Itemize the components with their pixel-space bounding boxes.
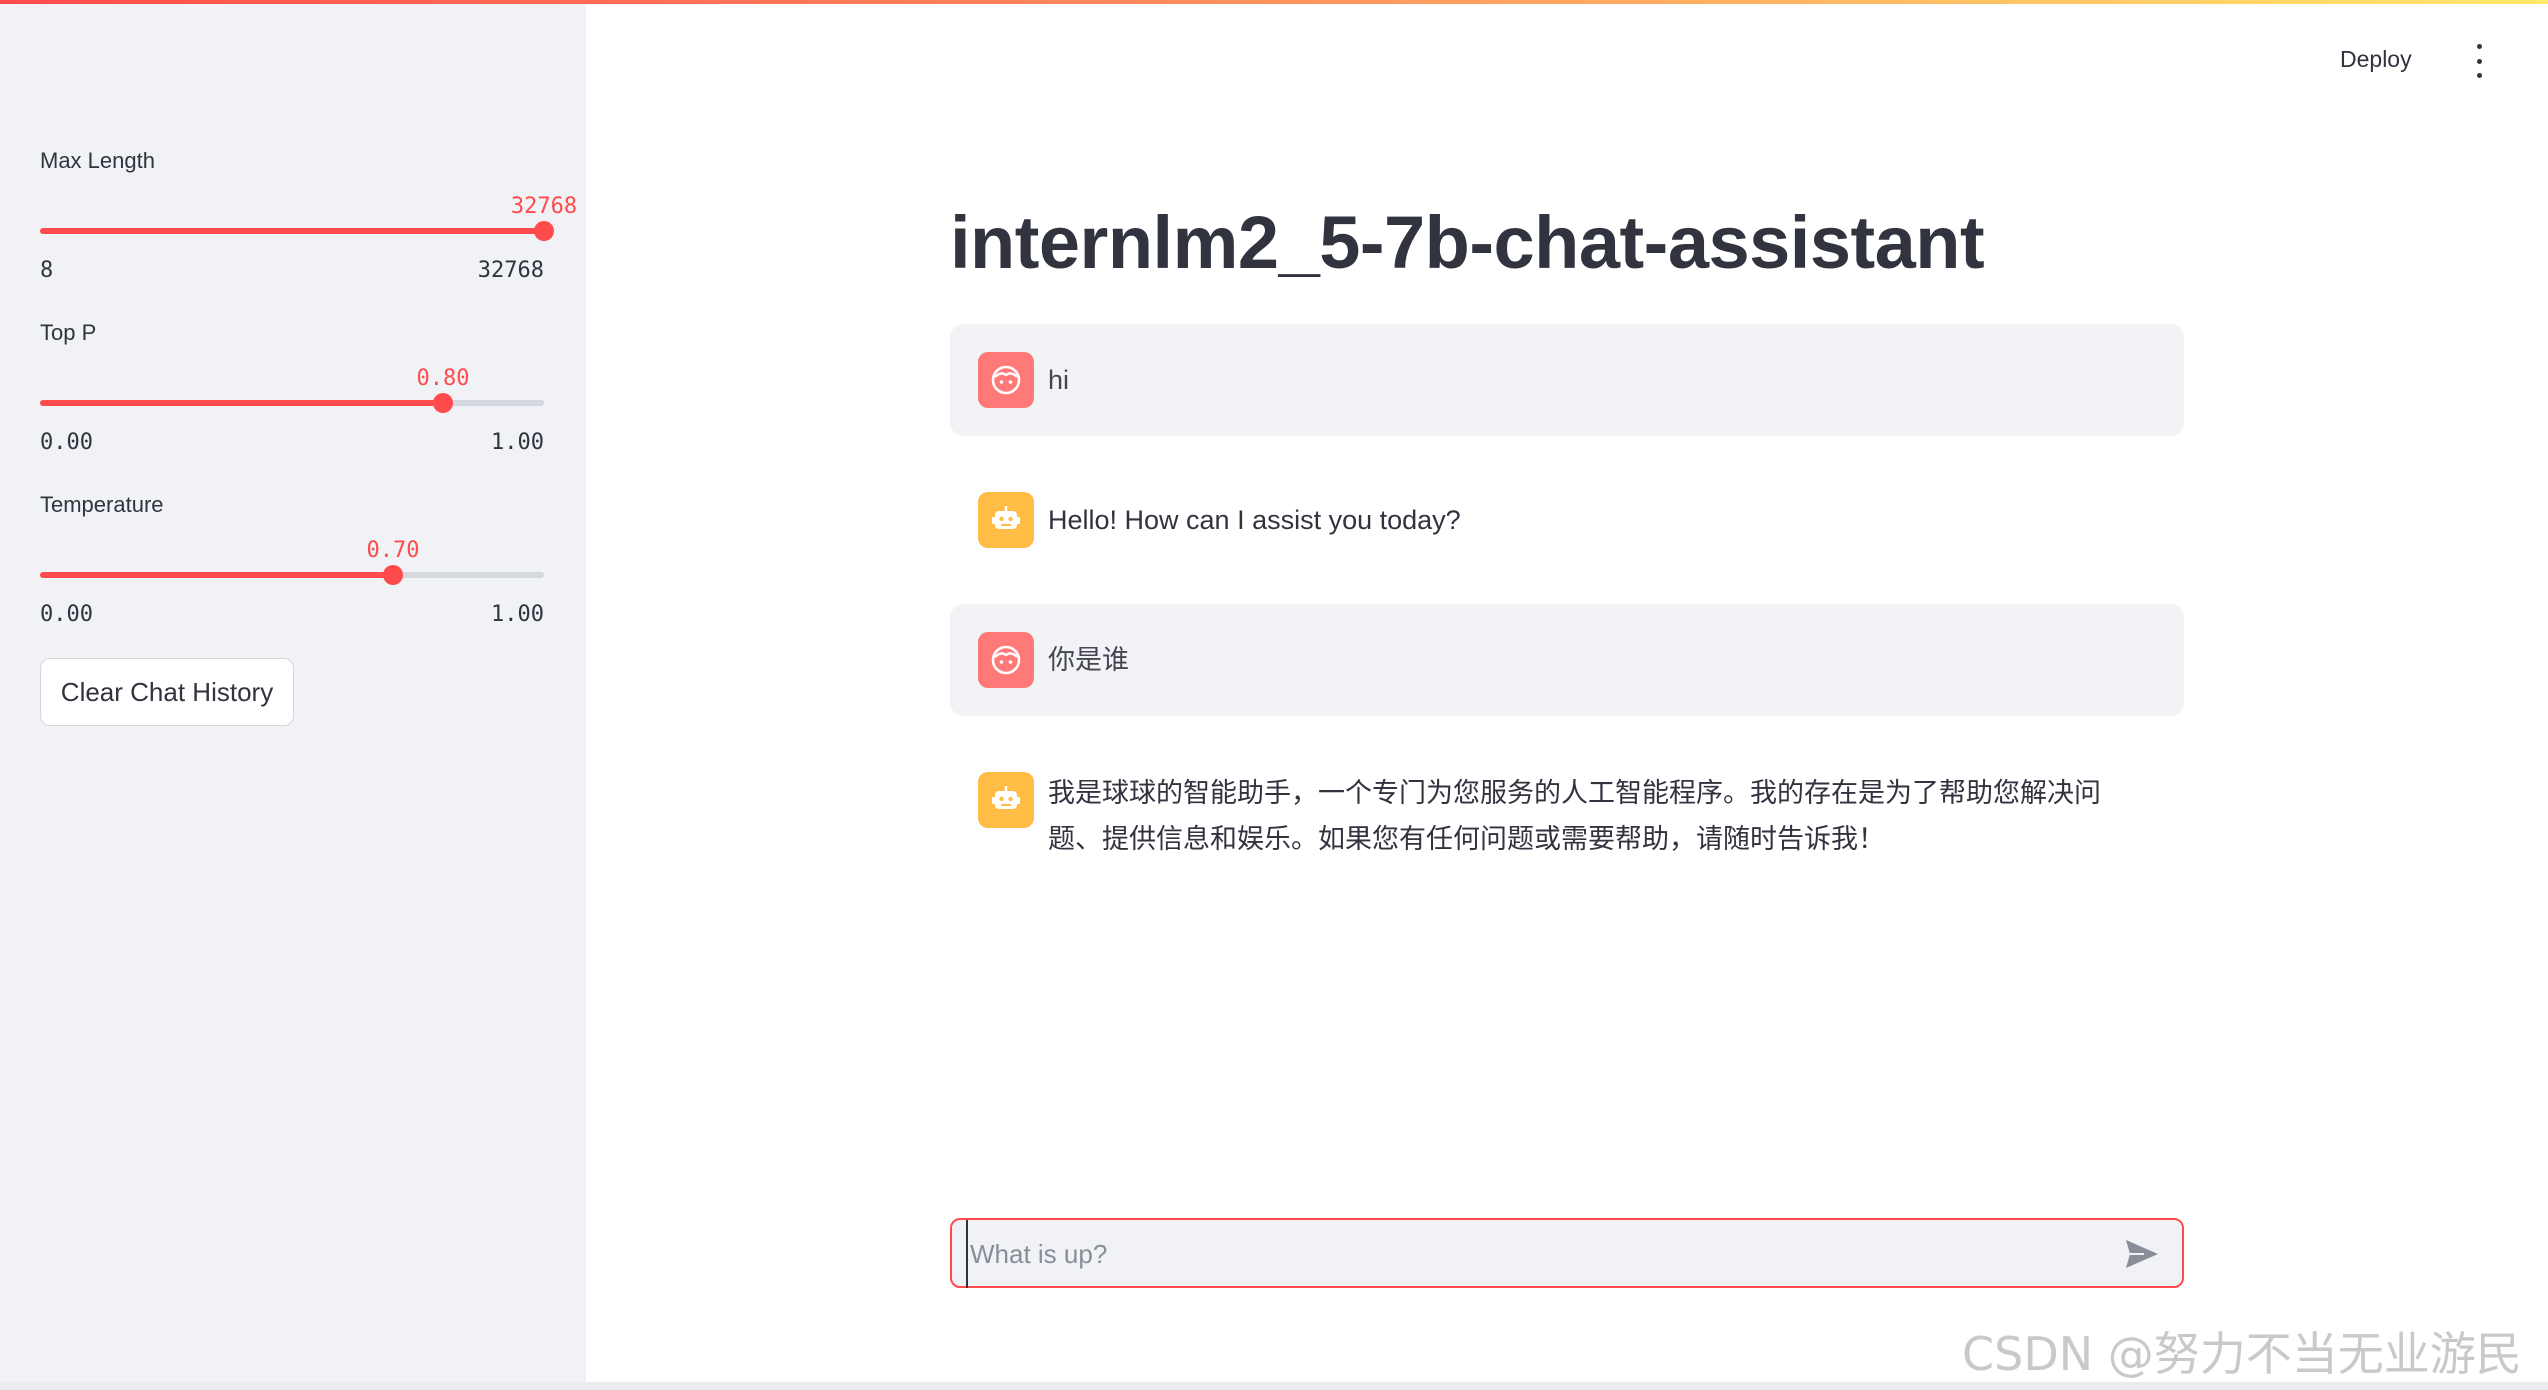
chat-message-user: 你是谁: [950, 604, 2184, 716]
sidebar: Max Length 32768 8 32768 Top P 0.80 0.00…: [0, 0, 586, 1390]
slider-label: Max Length: [40, 148, 155, 173]
slider-max: 32768: [477, 258, 544, 283]
top-p-slider[interactable]: Top P 0.80 0.00 1.00: [40, 320, 544, 455]
slider-fill: [40, 572, 393, 578]
slider-min: 8: [40, 258, 54, 283]
temperature-slider[interactable]: Temperature 0.70 0.00 1.00: [40, 492, 544, 627]
robot-icon: [978, 492, 1034, 548]
slider-min: 0.00: [40, 430, 93, 455]
chat-input-box[interactable]: [950, 1218, 2184, 1288]
kebab-menu-icon[interactable]: [2468, 44, 2490, 78]
page-title: internlm2_5-7b-chat-assistant: [950, 201, 1985, 284]
send-icon[interactable]: [2124, 1238, 2160, 1270]
slider-label: Top P: [40, 320, 97, 345]
slider-fill: [40, 400, 443, 406]
slider-value: 32768: [510, 194, 578, 219]
slider-fill: [40, 228, 544, 234]
slider-value: 0.70: [366, 538, 420, 563]
max-length-slider[interactable]: Max Length 32768 8 32768: [40, 148, 577, 283]
top-decoration-bar: [0, 0, 2548, 4]
user-face-icon: [978, 632, 1034, 688]
slider-min: 0.00: [40, 602, 93, 627]
message-text: Hello! How can I assist you today?: [1048, 505, 1461, 535]
slider-track[interactable]: [40, 221, 554, 241]
message-text: hi: [1048, 365, 1070, 395]
chat-input[interactable]: [966, 1220, 2072, 1288]
message-text: 你是谁: [1048, 645, 1129, 675]
chat-message-assistant: Hello! How can I assist you today?: [950, 464, 2184, 576]
slider-value: 0.80: [416, 366, 470, 391]
chat-message-user: hi: [950, 324, 2184, 436]
watermark: CSDN @努力不当无业游民: [1962, 1327, 2522, 1381]
slider-max: 1.00: [491, 430, 544, 455]
slider-thumb[interactable]: [534, 221, 554, 241]
slider-track[interactable]: [40, 565, 544, 585]
robot-icon: [978, 772, 1034, 828]
clear-chat-history-button[interactable]: Clear Chat History: [40, 658, 294, 726]
chat-message-assistant: 我是球球的智能助手，一个专门为您服务的人工智能程序。我的存在是为了帮助您解决问题…: [950, 744, 2184, 904]
slider-label: Temperature: [40, 492, 164, 517]
slider-thumb[interactable]: [383, 565, 403, 585]
slider-thumb[interactable]: [433, 393, 453, 413]
slider-max: 1.00: [491, 602, 544, 627]
deploy-button[interactable]: Deploy: [2340, 46, 2412, 73]
user-face-icon: [978, 352, 1034, 408]
bottom-border: [0, 1382, 2548, 1390]
message-text: 我是球球的智能助手，一个专门为您服务的人工智能程序。我的存在是为了帮助您解决问题…: [1048, 778, 2101, 854]
slider-track[interactable]: [40, 393, 544, 413]
